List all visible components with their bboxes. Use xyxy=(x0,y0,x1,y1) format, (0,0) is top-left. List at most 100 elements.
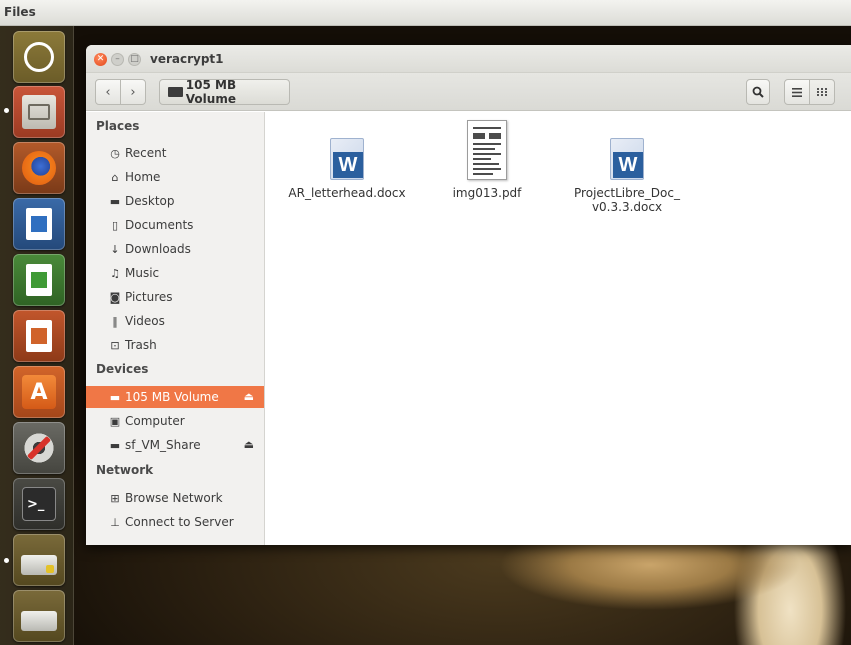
sidebar-item-label: Music xyxy=(125,266,160,280)
path-bar-button[interactable]: 105 MB Volume xyxy=(159,78,290,106)
window-titlebar[interactable]: ✕ – □ veracrypt1 xyxy=(86,45,851,73)
maximize-button[interactable]: □ xyxy=(128,53,141,66)
sidebar-item-connect-to-server[interactable]: ⊥ Connect to Server xyxy=(86,511,264,533)
list-view-button[interactable] xyxy=(784,79,810,105)
eject-icon[interactable]: ⏏ xyxy=(244,390,254,403)
removable-drive-launcher-button[interactable] xyxy=(13,590,65,642)
grid-view-icon xyxy=(817,88,827,96)
sidebar-item-label: Connect to Server xyxy=(125,515,234,529)
sidebar-item-videos[interactable]: ‖ Videos xyxy=(86,310,264,332)
window-title: veracrypt1 xyxy=(150,52,224,66)
path-bar-label: 105 MB Volume xyxy=(185,78,237,106)
drive-icon: ▬ xyxy=(109,390,121,404)
sidebar: Places ◷ Recent ⌂ Home ▬ Desktop ▯ Docum… xyxy=(86,112,265,545)
sidebar-item-computer[interactable]: ▣ Computer xyxy=(86,410,264,432)
word-document-icon: W xyxy=(330,138,364,180)
sidebar-item-music[interactable]: ♫ Music xyxy=(86,262,264,284)
drive-icon: ▬ xyxy=(109,438,121,452)
sidebar-item-105mb-volume[interactable]: ▬ 105 MB Volume ⏏ xyxy=(86,386,264,408)
writer-icon xyxy=(26,208,52,240)
sidebar-item-label: Downloads xyxy=(125,242,191,256)
network-icon: ⊞ xyxy=(110,491,120,505)
sidebar-item-label: Trash xyxy=(125,338,157,352)
devices-heading: Devices xyxy=(96,362,149,376)
file-item[interactable]: W ProjectLibre_Doc_ v0.3.3.docx xyxy=(557,120,697,214)
sidebar-item-label: sf_VM_Share xyxy=(125,438,201,452)
running-indicator xyxy=(4,108,9,113)
mounted-drive-launcher-button[interactable] xyxy=(13,534,65,586)
terminal-launcher-button[interactable]: >_ xyxy=(13,478,65,530)
file-item[interactable]: W AR_letterhead.docx xyxy=(277,120,417,200)
trash-icon: ⊡ xyxy=(110,338,120,352)
network-heading: Network xyxy=(96,463,154,477)
document-icon: ▯ xyxy=(111,218,119,232)
file-view[interactable]: W AR_letterhead.docx img013.pdf W Projec… xyxy=(266,112,851,545)
running-indicator xyxy=(4,558,9,563)
close-button[interactable]: ✕ xyxy=(94,53,107,66)
sidebar-item-downloads[interactable]: ↓ Downloads xyxy=(86,238,264,260)
places-heading: Places xyxy=(96,119,140,133)
pdf-document-icon xyxy=(467,120,507,180)
back-button[interactable]: ‹ xyxy=(95,79,121,105)
search-icon xyxy=(752,86,764,98)
minimize-button[interactable]: – xyxy=(111,53,124,66)
drive-icon xyxy=(168,87,183,97)
file-item[interactable]: img013.pdf xyxy=(417,120,557,200)
folder-icon: ▬ xyxy=(109,194,121,208)
sidebar-item-home[interactable]: ⌂ Home xyxy=(86,166,264,188)
software-center-launcher-button[interactable]: A xyxy=(13,366,65,418)
system-settings-icon xyxy=(22,431,56,465)
sidebar-item-label: Browse Network xyxy=(125,491,223,505)
sidebar-item-browse-network[interactable]: ⊞ Browse Network xyxy=(86,487,264,509)
computer-icon: ▣ xyxy=(109,414,121,428)
eject-icon[interactable]: ⏏ xyxy=(244,438,254,451)
file-name: img013.pdf xyxy=(452,186,522,200)
files-launcher-button[interactable] xyxy=(13,86,65,138)
writer-launcher-button[interactable] xyxy=(13,198,65,250)
toolbar: ‹ › 105 MB Volume xyxy=(86,73,851,111)
active-app-title: Files xyxy=(4,5,36,19)
removable-drive-icon xyxy=(21,611,57,631)
music-icon: ♫ xyxy=(110,266,120,280)
launcher: A >_ xyxy=(0,26,74,645)
sidebar-item-sf-vm-share[interactable]: ▬ sf_VM_Share ⏏ xyxy=(86,434,264,456)
download-icon: ↓ xyxy=(110,242,120,256)
sidebar-item-label: 105 MB Volume xyxy=(125,390,219,404)
sidebar-item-trash[interactable]: ⊡ Trash xyxy=(86,334,264,356)
system-settings-launcher-button[interactable] xyxy=(13,422,65,474)
chevron-right-icon: › xyxy=(130,84,136,100)
sidebar-item-recent[interactable]: ◷ Recent xyxy=(86,142,264,164)
sidebar-item-label: Recent xyxy=(125,146,167,160)
file-name-line: v0.3.3.docx xyxy=(591,200,663,214)
sidebar-item-documents[interactable]: ▯ Documents xyxy=(86,214,264,236)
mounted-drive-icon xyxy=(21,555,57,575)
files-icon xyxy=(22,95,56,129)
sidebar-item-label: Pictures xyxy=(125,290,173,304)
file-manager-window: ✕ – □ veracrypt1 ‹ › 105 MB Volume Place… xyxy=(86,45,851,545)
dash-button[interactable] xyxy=(13,31,65,83)
file-name: ProjectLibre_Doc_ v0.3.3.docx xyxy=(557,186,697,214)
sidebar-item-label: Desktop xyxy=(125,194,175,208)
firefox-launcher-button[interactable] xyxy=(13,142,65,194)
list-view-icon xyxy=(792,87,802,97)
sidebar-item-pictures[interactable]: ◙ Pictures xyxy=(86,286,264,308)
terminal-icon: >_ xyxy=(22,487,56,521)
sidebar-item-desktop[interactable]: ▬ Desktop xyxy=(86,190,264,212)
word-document-icon: W xyxy=(610,138,644,180)
sidebar-item-label: Documents xyxy=(125,218,194,232)
server-icon: ⊥ xyxy=(110,515,120,529)
sidebar-item-label: Computer xyxy=(125,414,185,428)
search-button[interactable] xyxy=(746,79,770,105)
grid-view-button[interactable] xyxy=(809,79,835,105)
calc-launcher-button[interactable] xyxy=(13,254,65,306)
impress-icon xyxy=(26,320,52,352)
film-icon: ‖ xyxy=(112,314,118,328)
maximize-icon: □ xyxy=(130,54,139,64)
top-panel: Files xyxy=(0,0,851,26)
camera-icon: ◙ xyxy=(109,290,121,304)
forward-button[interactable]: › xyxy=(120,79,146,105)
chevron-left-icon: ‹ xyxy=(105,84,111,100)
minimize-icon: – xyxy=(115,54,120,64)
impress-launcher-button[interactable] xyxy=(13,310,65,362)
calc-icon xyxy=(26,264,52,296)
